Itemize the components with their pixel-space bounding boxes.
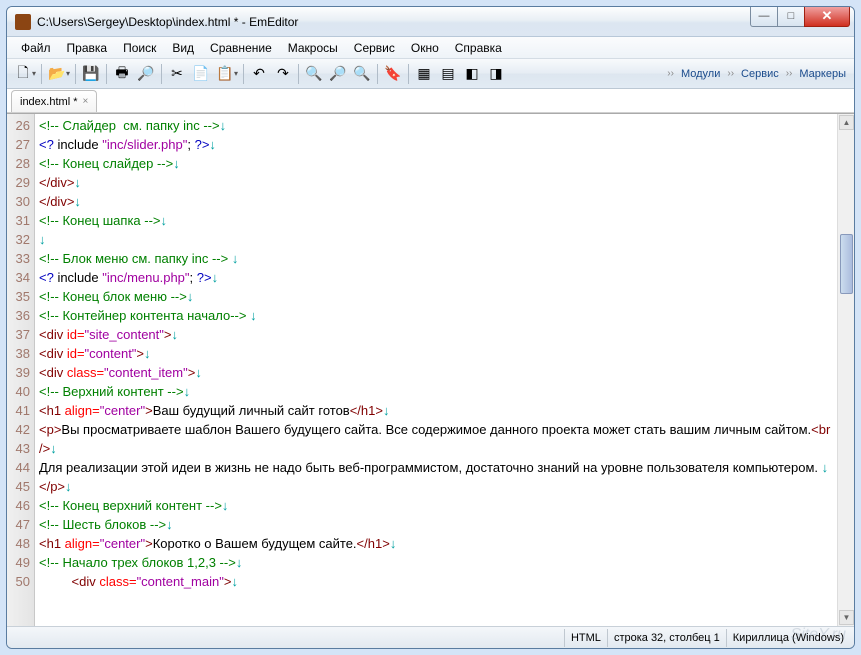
code-line[interactable]: <h1 align="center">Коротко о Вашем будущ… <box>39 534 837 553</box>
menu-сравнение[interactable]: Сравнение <box>202 38 280 58</box>
cut-button[interactable]: ✂ <box>166 63 188 85</box>
code-line[interactable]: <!-- Шесть блоков -->↓ <box>39 515 837 534</box>
vertical-scrollbar[interactable]: ▲ ▼ <box>837 114 854 626</box>
zoom-in-button[interactable]: 🔎 <box>327 63 349 85</box>
paste-button[interactable]: 📋 <box>214 63 236 85</box>
scroll-thumb[interactable] <box>840 234 853 294</box>
new-file-button[interactable]: 🗋 <box>12 63 34 85</box>
find-button[interactable]: 🔍 <box>303 63 325 85</box>
zoom-out-button[interactable]: 🔍 <box>351 63 373 85</box>
menu-справка[interactable]: Справка <box>447 38 510 58</box>
copy-button[interactable]: 📄 <box>190 63 212 85</box>
window-title: C:\Users\Sergey\Desktop\index.html * - E… <box>37 15 751 29</box>
code-line[interactable]: <!-- Конец верхний контент -->↓ <box>39 496 837 515</box>
highlight1-button[interactable]: ◧ <box>461 63 483 85</box>
statusbar: HTML строка 32, столбец 1 Кириллица (Win… <box>7 626 854 648</box>
highlight2-button[interactable]: ◨ <box>485 63 507 85</box>
code-line[interactable]: <!-- Контейнер контента начало--> ↓ <box>39 306 837 325</box>
document-tab[interactable]: index.html * × <box>11 90 97 112</box>
open-file-button[interactable]: 📂 <box>46 63 68 85</box>
watermark: SiteY.ru <box>791 626 846 644</box>
save-button[interactable]: 💾 <box>80 63 102 85</box>
scroll-down-button[interactable]: ▼ <box>839 610 854 625</box>
modules-tool[interactable]: Модули <box>677 68 724 80</box>
code-line[interactable]: <!-- Конец слайдер -->↓ <box>39 154 837 173</box>
toolbar: 🗋▾ 📂▾ 💾 🖶 🔎 ✂ 📄 📋▾ ↶ ↷ 🔍 🔎 🔍 🔖 ▦ ▤ ◧ ◨ ›… <box>7 59 854 89</box>
code-area[interactable]: <!-- Слайдер см. папку inc -->↓<? includ… <box>35 114 837 626</box>
maximize-button[interactable]: □ <box>777 7 805 27</box>
preview-button[interactable]: 🔎 <box>135 63 157 85</box>
code-line[interactable]: <h1 align="center">Ваш будущий личный са… <box>39 401 837 420</box>
service-tool[interactable]: Сервис <box>737 68 783 80</box>
line-gutter: 2627282930313233343536373839404142434445… <box>7 114 35 626</box>
code-line[interactable]: <!-- Начало трех блоков 1,2,3 -->↓ <box>39 553 837 572</box>
undo-button[interactable]: ↶ <box>248 63 270 85</box>
editor: 2627282930313233343536373839404142434445… <box>7 113 854 626</box>
code-line[interactable]: <? include "inc/slider.php"; ?>↓ <box>39 135 837 154</box>
code-line[interactable]: <!-- Верхний контент -->↓ <box>39 382 837 401</box>
wrap-button[interactable]: ▤ <box>437 63 459 85</box>
close-button[interactable]: ✕ <box>804 7 850 27</box>
code-line[interactable]: ↓ <box>39 230 837 249</box>
minimize-button[interactable]: — <box>750 7 778 27</box>
menubar: ФайлПравкаПоискВидСравнениеМакросыСервис… <box>7 37 854 59</box>
status-language: HTML <box>564 629 607 647</box>
code-line[interactable]: </div>↓ <box>39 192 837 211</box>
menu-файл[interactable]: Файл <box>13 38 59 58</box>
redo-button[interactable]: ↷ <box>272 63 294 85</box>
menu-макросы[interactable]: Макросы <box>280 38 346 58</box>
bookmark-button[interactable]: 🔖 <box>382 63 404 85</box>
tab-close-icon[interactable]: × <box>82 96 88 107</box>
code-line[interactable]: <p>Вы просматриваете шаблон Вашего будущ… <box>39 420 837 458</box>
menu-правка[interactable]: Правка <box>59 38 116 58</box>
code-line[interactable]: </div>↓ <box>39 173 837 192</box>
app-icon <box>15 14 31 30</box>
print-button[interactable]: 🖶 <box>111 63 133 85</box>
menu-вид[interactable]: Вид <box>164 38 202 58</box>
menu-поиск[interactable]: Поиск <box>115 38 164 58</box>
chevron-icon: ›› <box>664 68 677 79</box>
code-line[interactable]: <? include "inc/menu.php"; ?>↓ <box>39 268 837 287</box>
app-window: C:\Users\Sergey\Desktop\index.html * - E… <box>6 6 855 649</box>
menu-сервис[interactable]: Сервис <box>346 38 403 58</box>
titlebar[interactable]: C:\Users\Sergey\Desktop\index.html * - E… <box>7 7 854 37</box>
markers-tool[interactable]: Маркеры <box>795 68 850 80</box>
chevron-icon: ›› <box>724 68 737 79</box>
menu-окно[interactable]: Окно <box>403 38 447 58</box>
tab-label: index.html * <box>20 96 77 108</box>
code-line[interactable]: <!-- Слайдер см. папку inc -->↓ <box>39 116 837 135</box>
status-position: строка 32, столбец 1 <box>607 629 726 647</box>
code-line[interactable]: </p>↓ <box>39 477 837 496</box>
scroll-up-button[interactable]: ▲ <box>839 115 854 130</box>
code-line[interactable]: <div id="content">↓ <box>39 344 837 363</box>
tabbar: index.html * × <box>7 89 854 113</box>
code-line[interactable]: <!-- Конец блок меню -->↓ <box>39 287 837 306</box>
code-line[interactable]: Для реализации этой идеи в жизнь не надо… <box>39 458 837 477</box>
code-line[interactable]: <div id="site_content">↓ <box>39 325 837 344</box>
chevron-icon: ›› <box>783 68 796 79</box>
grid-button[interactable]: ▦ <box>413 63 435 85</box>
code-line[interactable]: <div class="content_item">↓ <box>39 363 837 382</box>
code-line[interactable]: <!-- Конец шапка -->↓ <box>39 211 837 230</box>
code-line[interactable]: <!-- Блок меню см. папку inc --> ↓ <box>39 249 837 268</box>
code-line[interactable]: <div class="content_main">↓ <box>39 572 837 591</box>
